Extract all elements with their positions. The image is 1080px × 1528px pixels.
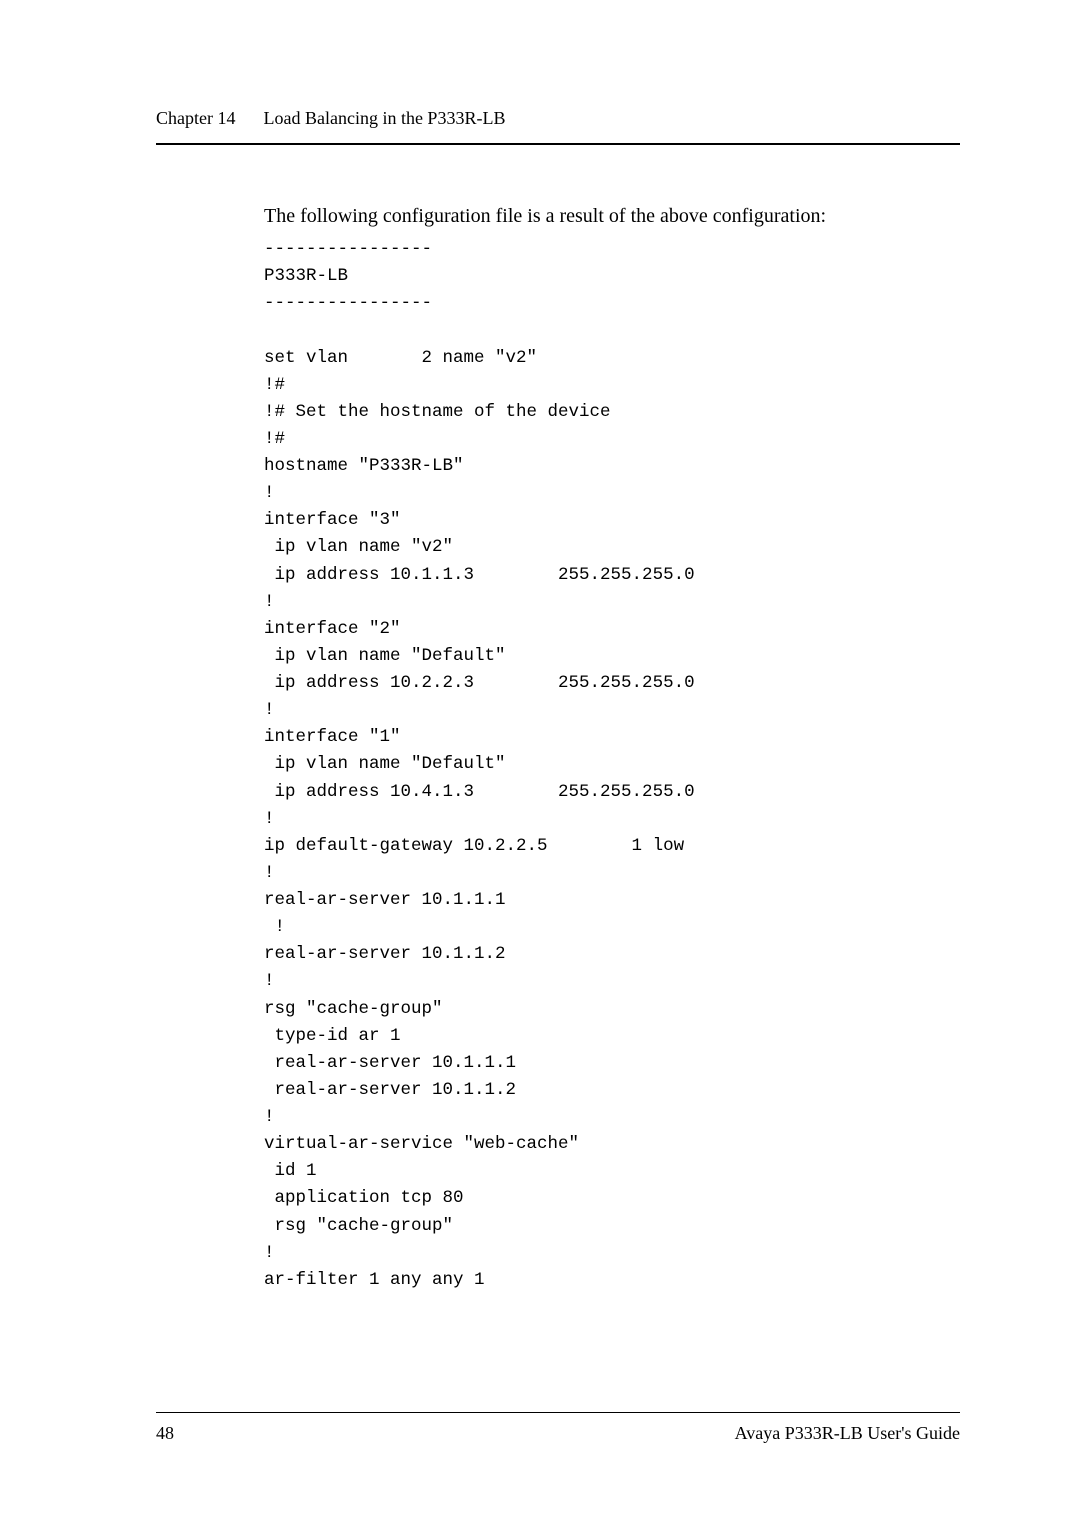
intro-paragraph: The following configuration file is a re… xyxy=(264,205,960,228)
footer-rule xyxy=(156,1412,960,1413)
chapter-title: Load Balancing in the P333R-LB xyxy=(263,108,505,129)
chapter-label: Chapter 14 xyxy=(156,108,235,129)
config-code-block: ---------------- P333R-LB --------------… xyxy=(264,236,960,1294)
page-number: 48 xyxy=(156,1423,174,1444)
page-footer: 48 Avaya P333R-LB User's Guide xyxy=(156,1412,960,1444)
page-header: Chapter 14 Load Balancing in the P333R-L… xyxy=(156,108,960,129)
document-page: Chapter 14 Load Balancing in the P333R-L… xyxy=(0,0,1080,1294)
footer-line: 48 Avaya P333R-LB User's Guide xyxy=(156,1423,960,1444)
header-rule xyxy=(156,143,960,145)
guide-title: Avaya P333R-LB User's Guide xyxy=(735,1423,960,1444)
